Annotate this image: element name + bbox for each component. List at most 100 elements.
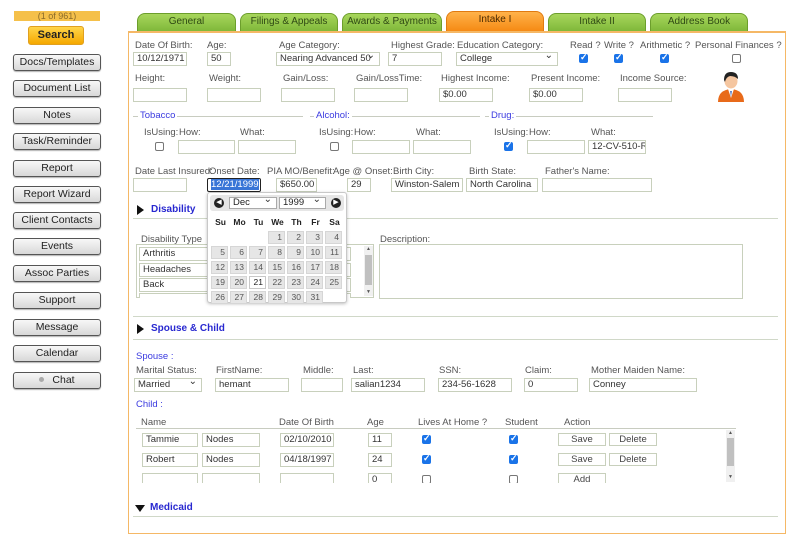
calendar-day[interactable]: 15 — [268, 261, 285, 274]
year-select[interactable]: 1999 — [279, 195, 326, 209]
docs-templates-button[interactable]: Docs/Templates — [13, 54, 101, 71]
tab-intake-1[interactable]: Intake I — [446, 11, 544, 31]
client-contacts-button[interactable]: Client Contacts — [13, 212, 101, 229]
calendar-day[interactable]: 23 — [287, 276, 304, 289]
new-child-dob-input[interactable] — [280, 473, 334, 483]
calendar-day[interactable]: 17 — [306, 261, 323, 274]
marital-status-select[interactable]: Married — [134, 378, 202, 392]
calendar-day[interactable]: 6 — [230, 246, 247, 259]
write-checkbox[interactable] — [614, 52, 623, 63]
child-save-button[interactable]: Save — [558, 433, 606, 446]
spouse-middle-input[interactable] — [301, 378, 343, 392]
dob-input[interactable]: 10/12/1971 — [133, 52, 187, 66]
calendar-day[interactable]: 29 — [268, 291, 285, 304]
support-button[interactable]: Support — [13, 292, 101, 309]
tobacco-what-input[interactable] — [238, 140, 296, 154]
income-source-input[interactable] — [618, 88, 672, 102]
new-child-first-name-input[interactable] — [142, 473, 198, 483]
highest-income-input[interactable]: $0.00 — [439, 88, 493, 102]
calendar-day[interactable]: 14 — [249, 261, 266, 274]
child-last-name-input[interactable]: Nodes — [202, 453, 260, 467]
alcohol-how-input[interactable] — [352, 140, 410, 154]
calendar-day[interactable]: 28 — [249, 291, 266, 304]
child-age-input[interactable]: 11 — [368, 433, 392, 447]
medicaid-title[interactable]: Medicaid — [150, 502, 193, 513]
document-list-button[interactable]: Document List — [13, 80, 101, 97]
age-onset-input[interactable]: 29 — [347, 178, 371, 192]
child-delete-button[interactable]: Delete — [609, 453, 657, 466]
calendar-day[interactable]: 20 — [230, 276, 247, 289]
drug-isusing-checkbox[interactable] — [504, 140, 513, 151]
arithmetic-checkbox[interactable] — [660, 52, 669, 63]
calendar-day[interactable]: 2 — [287, 231, 304, 244]
age-category-select[interactable]: Nearing Advanced 50 — [276, 52, 380, 66]
spouse-first-name-input[interactable]: hemant — [215, 378, 289, 392]
tab-general[interactable]: General — [137, 13, 236, 31]
message-button[interactable]: Message — [13, 319, 101, 336]
alcohol-what-input[interactable] — [413, 140, 471, 154]
task-reminder-button[interactable]: Task/Reminder — [13, 133, 101, 150]
calendar-day[interactable]: 16 — [287, 261, 304, 274]
search-button[interactable]: Search — [28, 26, 84, 45]
drug-what-input[interactable]: 12-CV-510-R. — [588, 140, 646, 154]
calendar-day[interactable]: 4 — [325, 231, 342, 244]
new-child-student-checkbox[interactable] — [509, 475, 518, 483]
scroll-down-icon[interactable]: ▼ — [366, 290, 371, 295]
calendar-day[interactable]: 31 — [306, 291, 323, 304]
tab-awards-payments[interactable]: Awards & Payments — [342, 13, 442, 31]
calendar-day[interactable]: 5 — [211, 246, 228, 259]
scroll-thumb[interactable] — [727, 438, 734, 466]
child-dob-input[interactable]: 02/10/2010 — [280, 433, 334, 447]
scroll-up-icon[interactable]: ▲ — [728, 431, 733, 436]
calendar-button[interactable]: Calendar — [13, 345, 101, 362]
calendar-day-selected[interactable]: 21 — [249, 276, 266, 289]
child-lives-at-home-checkbox[interactable] — [422, 453, 431, 464]
highest-grade-input[interactable]: 7 — [388, 52, 442, 66]
drug-how-input[interactable] — [527, 140, 585, 154]
calendar-day[interactable]: 9 — [287, 246, 304, 259]
new-child-age-input[interactable]: 0 — [368, 473, 392, 483]
child-save-button[interactable]: Save — [558, 453, 606, 466]
tab-address-book[interactable]: Address Book — [650, 13, 748, 31]
report-button[interactable]: Report — [13, 160, 101, 177]
child-first-name-input[interactable]: Robert — [142, 453, 198, 467]
alcohol-isusing-checkbox[interactable] — [330, 142, 339, 151]
tobacco-how-input[interactable] — [178, 140, 235, 154]
calendar-day[interactable]: 7 — [249, 246, 266, 259]
calendar-day[interactable]: 30 — [287, 291, 304, 304]
tobacco-isusing-checkbox[interactable] — [155, 142, 164, 151]
gain-loss-input[interactable] — [281, 88, 335, 102]
child-add-button[interactable]: Add — [558, 473, 606, 483]
calendar-day[interactable]: 24 — [306, 276, 323, 289]
weight-input[interactable] — [207, 88, 261, 102]
spouse-child-expand-icon[interactable] — [137, 324, 144, 334]
date-last-insured-input[interactable] — [133, 178, 187, 192]
medicaid-collapse-icon[interactable] — [135, 505, 145, 512]
gain-loss-time-input[interactable] — [354, 88, 408, 102]
child-first-name-input[interactable]: Tammie — [142, 433, 198, 447]
birth-state-input[interactable]: North Carolina — [466, 178, 538, 192]
calendar-day[interactable]: 1 — [268, 231, 285, 244]
child-last-name-input[interactable]: Nodes — [202, 433, 260, 447]
child-age-input[interactable]: 24 — [368, 453, 392, 467]
scroll-thumb[interactable] — [365, 255, 372, 285]
disability-title[interactable]: Disability — [151, 204, 195, 215]
tab-filings-appeals[interactable]: Filings & Appeals — [240, 13, 338, 31]
present-income-input[interactable]: $0.00 — [529, 88, 583, 102]
calendar-day[interactable]: 10 — [306, 246, 323, 259]
mother-maiden-name-input[interactable]: Conney — [589, 378, 697, 392]
calendar-day[interactable]: 25 — [325, 276, 342, 289]
child-student-checkbox[interactable] — [509, 433, 518, 444]
disability-scrollbar[interactable]: ▲ ▼ — [364, 246, 373, 296]
calendar-day[interactable]: 11 — [325, 246, 342, 259]
calendar-day[interactable]: 3 — [306, 231, 323, 244]
child-lives-at-home-checkbox[interactable] — [422, 433, 431, 444]
calendar-day[interactable]: 8 — [268, 246, 285, 259]
father-name-input[interactable] — [542, 178, 652, 192]
new-child-lives-at-home-checkbox[interactable] — [422, 475, 431, 483]
calendar-day[interactable]: 19 — [211, 276, 228, 289]
child-dob-input[interactable]: 04/18/1997 — [280, 453, 334, 467]
chat-button[interactable]: Chat — [13, 372, 101, 389]
calendar-day[interactable]: 26 — [211, 291, 228, 304]
report-wizard-button[interactable]: Report Wizard — [13, 186, 101, 203]
